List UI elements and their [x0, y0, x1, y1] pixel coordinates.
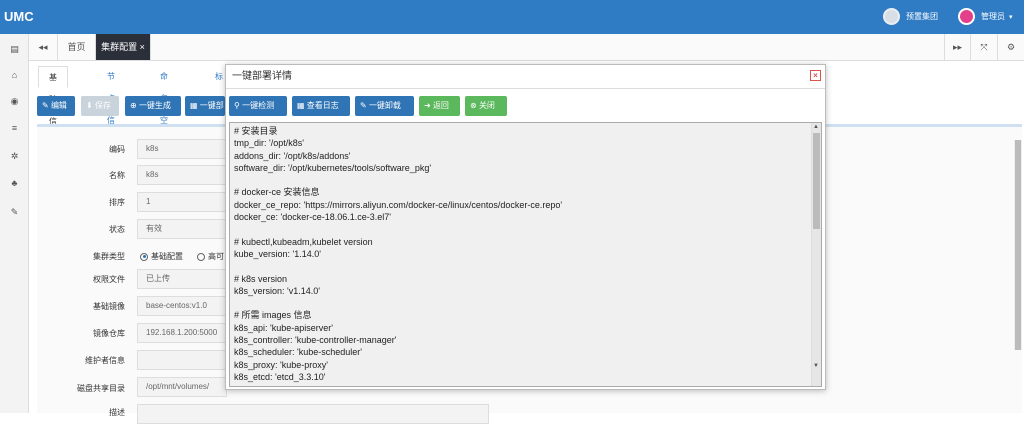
image-registry-field[interactable]: 192.168.1.200:5000 [137, 323, 227, 343]
tab-home[interactable]: 首页 [58, 34, 96, 60]
label-name: 名称 [109, 171, 125, 180]
label-image-registry: 镜像仓库 [93, 329, 125, 338]
deploy-detail-modal: 一键部署详情 × ⚲ 一键检测 ▦ 查看日志 ✎ 一键卸载 ➜ 返回 ⊗ 关闭 … [225, 64, 826, 390]
org-name: 预置集团 [906, 12, 938, 21]
label-cluster-type: 集群类型 [93, 252, 125, 261]
edit-button[interactable]: ✎ 编辑 [37, 96, 75, 116]
check-button[interactable]: ⚲ 一键检测 [229, 96, 287, 116]
subtab-namespace[interactable]: 命名空间 [160, 66, 168, 147]
bank-icon[interactable]: ⌂ [9, 70, 20, 81]
tab-bar: ◂◂ 首页 集群配置 × ▸▸ ⤧ ⚙ [29, 34, 1024, 61]
uninstall-button[interactable]: ✎ 一键卸载 [355, 96, 414, 116]
permission-file-field[interactable]: 已上传 [137, 269, 227, 289]
modal-title: 一键部署详情 [232, 71, 292, 82]
code-scrollbar[interactable]: ▲ ▼ [811, 123, 821, 386]
sort-field[interactable]: 1 [137, 192, 227, 212]
label-sort: 排序 [109, 198, 125, 207]
avatar [883, 8, 900, 25]
org-switcher[interactable]: 预置集团 [883, 8, 938, 25]
user-menu[interactable]: 管理员 ▾ [958, 8, 1013, 25]
subtab-node-info[interactable]: 节点信息 [107, 66, 115, 147]
close-button[interactable]: ⊗ 关闭 [465, 96, 507, 116]
eye-icon[interactable]: ◉ [9, 96, 20, 107]
config-text: # 安装目录 tmp_dir: '/opt/k8s' addons_dir: '… [234, 126, 563, 382]
page-scrollbar[interactable] [1014, 140, 1022, 350]
dashboard-icon[interactable]: ▤ [9, 44, 20, 55]
tab-label: 集群配置 [101, 42, 138, 52]
modal-header: 一键部署详情 × [226, 65, 825, 89]
settings-gear-icon[interactable]: ⚙ [998, 34, 1024, 60]
disk-share-field[interactable]: /opt/mnt/volumes/ [137, 377, 227, 397]
location-pin-icon [958, 8, 975, 25]
chevron-down-icon: ▾ [1009, 13, 1013, 21]
tab-scroll-left-button[interactable]: ◂◂ [29, 34, 58, 60]
page-scrollbar-thumb[interactable] [1015, 140, 1021, 350]
tab-cluster-config[interactable]: 集群配置 × [96, 34, 151, 60]
label-base-image: 基础镜像 [93, 302, 125, 311]
radio-unselected [197, 252, 205, 261]
tab-scroll-right-button[interactable]: ▸▸ [944, 34, 971, 60]
maintainer-field[interactable] [137, 350, 227, 370]
radio-selected [140, 252, 148, 261]
code-field[interactable]: k8s [137, 139, 227, 159]
label-maintainer: 维护者信息 [85, 356, 125, 365]
generate-button[interactable]: ⊕ 一键生成 [125, 96, 181, 116]
description-field[interactable] [137, 404, 489, 424]
save-button[interactable]: ⬇ 保存 [81, 96, 119, 116]
gear-icon[interactable]: ✲ [9, 151, 20, 162]
label-disk-share: 磁盘共享目录 [77, 384, 125, 393]
radio-ha[interactable]: 高可 [197, 251, 224, 262]
list-icon[interactable]: ≡ [9, 123, 20, 134]
status-field[interactable]: 有效 [137, 219, 227, 239]
scroll-down-icon[interactable]: ▼ [813, 363, 819, 369]
deploy-button[interactable]: ▦ 一键部 [185, 96, 225, 116]
label-code: 编码 [109, 145, 125, 154]
scroll-up-icon[interactable]: ▲ [813, 124, 819, 130]
label-status: 状态 [109, 225, 125, 234]
code-scrollbar-thumb[interactable] [813, 133, 820, 229]
subtab-basic-info[interactable]: 基础信息 [38, 66, 68, 148]
user-name: 管理员 [981, 12, 1005, 21]
close-icon[interactable]: × [140, 42, 145, 52]
deploy-config-textarea[interactable]: # 安装目录 tmp_dir: '/opt/k8s' addons_dir: '… [229, 122, 822, 387]
top-bar: UMC 预置集团 管理员 ▾ [0, 0, 1024, 34]
app-logo: UMC [4, 9, 34, 24]
label-permission-file: 权限文件 [93, 275, 125, 284]
wrench-icon[interactable]: ✎ [9, 207, 20, 218]
name-field[interactable]: k8s [137, 165, 227, 185]
view-log-button[interactable]: ▦ 查看日志 [292, 96, 350, 116]
modal-close-icon[interactable]: × [810, 70, 821, 81]
subtab-more[interactable]: 标 [215, 66, 223, 88]
sidebar: ▤ ⌂ ◉ ≡ ✲ ♣ ✎ [0, 34, 29, 413]
back-button[interactable]: ➜ 返回 [419, 96, 460, 116]
radio-basic-config[interactable]: 基础配置 [140, 251, 183, 262]
base-image-field[interactable]: base-centos:v1.0 [137, 296, 227, 316]
fullscreen-icon[interactable]: ⤧ [971, 34, 998, 60]
sitemap-icon[interactable]: ♣ [9, 178, 20, 189]
